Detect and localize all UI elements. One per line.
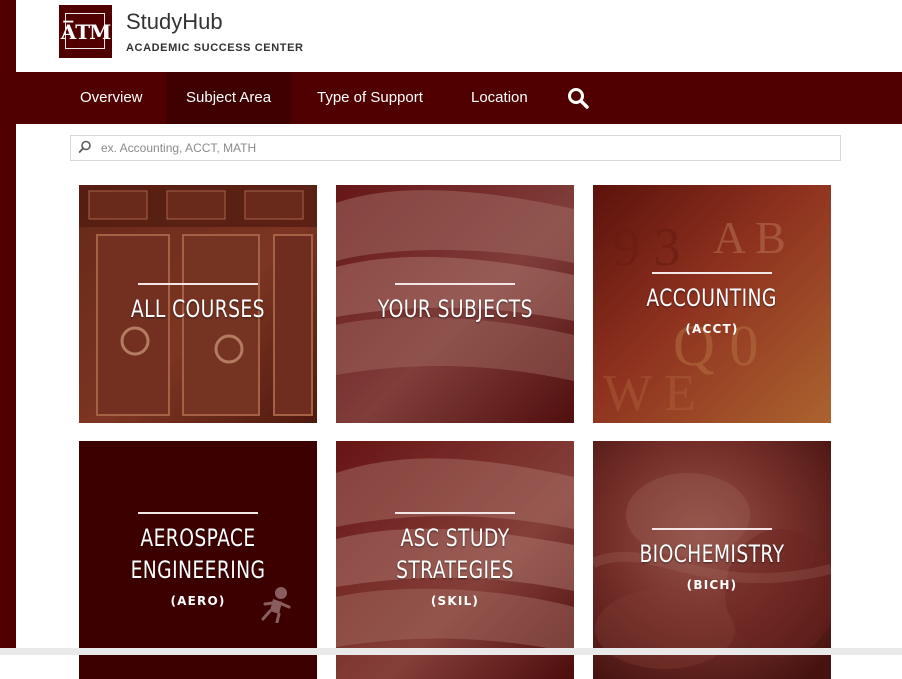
tile-content: AEROSPACE ENGINEERING (AERO) (79, 441, 317, 679)
tile-rule (652, 272, 772, 274)
brand-subtitle: ACADEMIC SUCCESS CENTER (126, 42, 304, 54)
nav-subject-area[interactable]: Subject Area (166, 72, 292, 124)
tile-asc-study-strategies[interactable]: ASC STUDY STRATEGIES (SKIL) (336, 441, 574, 679)
tile-accounting[interactable]: 9 3 A B Q 0 W E ACCOUNTING (ACCT) (593, 185, 831, 423)
main-nav: Overview Subject Area Type of Support Lo… (16, 72, 902, 124)
tile-content: BIOCHEMISTRY (BICH) (593, 441, 831, 679)
tile-rule (395, 512, 515, 514)
tile-biochemistry[interactable]: BIOCHEMISTRY (BICH) (593, 441, 831, 679)
search-icon (78, 140, 91, 153)
tile-content: YOUR SUBJECTS (336, 185, 574, 423)
tile-content: ASC STUDY STRATEGIES (SKIL) (336, 441, 574, 679)
logo-text: A̅TM (60, 19, 112, 44)
tile-all-courses[interactable]: ALL COURSES (79, 185, 317, 423)
tile-code: (BICH) (686, 578, 738, 592)
left-maroon-bar (0, 0, 16, 655)
tile-code: (AERO) (170, 594, 226, 608)
nav-location[interactable]: Location (451, 72, 548, 124)
subject-search-input[interactable] (101, 136, 831, 160)
tile-title: ASC STUDY STRATEGIES (396, 524, 514, 584)
tile-code: (SKIL) (430, 594, 480, 608)
tile-rule (652, 528, 772, 530)
astronaut-icon (261, 587, 291, 623)
tile-rule (138, 283, 258, 285)
tile-title: ALL COURSES (130, 295, 266, 323)
tile-your-subjects[interactable]: YOUR SUBJECTS (336, 185, 574, 423)
tile-rule (395, 283, 515, 285)
brand-name[interactable]: StudyHub (126, 9, 223, 35)
tile-title: AEROSPACE ENGINEERING (130, 524, 266, 584)
subject-search-field[interactable] (70, 135, 841, 161)
tile-title: YOUR SUBJECTS (377, 295, 533, 323)
site-header: A̅TM StudyHub ACADEMIC SUCCESS CENTER (16, 0, 902, 72)
tile-title: BIOCHEMISTRY (639, 540, 785, 568)
nav-type-of-support[interactable]: Type of Support (297, 72, 443, 124)
search-icon[interactable] (566, 86, 590, 110)
bottom-edge (0, 648, 902, 655)
tile-title: ACCOUNTING (646, 284, 778, 312)
tamu-logo[interactable]: A̅TM (59, 5, 112, 58)
tile-code: (ACCT) (685, 322, 739, 336)
tile-content: ALL COURSES (79, 185, 317, 423)
tile-rule (138, 512, 258, 514)
nav-overview[interactable]: Overview (60, 72, 163, 124)
tile-content: ACCOUNTING (ACCT) (593, 185, 831, 423)
tile-aerospace-engineering[interactable]: AEROSPACE ENGINEERING (AERO) (79, 441, 317, 679)
